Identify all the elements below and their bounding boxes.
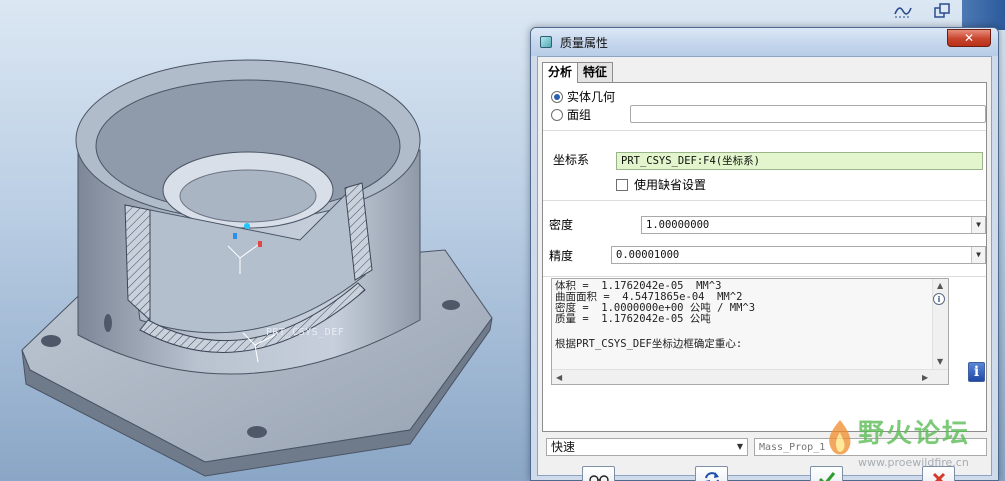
mode-value: 快速 (551, 440, 576, 454)
watermark-url: www.proewildfire.cn (858, 456, 969, 469)
watermark-text: 野火论坛 (858, 419, 971, 449)
scroll-up-icon[interactable]: ▲ (937, 281, 943, 290)
density-value: 1.00000000 (646, 219, 710, 231)
checkmark-icon (818, 472, 835, 481)
use-default-label: 使用缺省设置 (634, 178, 707, 192)
datum-display-icon[interactable] (893, 2, 917, 24)
chevron-down-icon[interactable]: ▼ (971, 247, 985, 263)
refresh-icon (704, 472, 719, 481)
separator (543, 200, 986, 201)
quilt-label: 面组 (567, 108, 592, 122)
separator (543, 130, 986, 131)
quilt-option[interactable]: 面组 (551, 106, 591, 123)
scroll-right-icon[interactable]: ▶ (922, 373, 928, 382)
window-restore-icon[interactable] (932, 2, 956, 24)
dialog-title: 质量属性 (560, 36, 609, 50)
csys-label: 坐标系 (553, 153, 590, 167)
separator (543, 276, 986, 277)
info-button[interactable]: i (968, 362, 985, 382)
preview-button[interactable] (582, 466, 615, 481)
analysis-panel: 实体几何 面组 坐标系 PRT_CSYS_DEF:F4(坐标系) 使用缺省设置 … (542, 82, 987, 432)
solid-geometry-label: 实体几何 (567, 90, 616, 104)
accuracy-value: 0.00001000 (616, 249, 680, 261)
dialog-titlebar[interactable]: 质量属性 ✕ (531, 28, 998, 56)
cancel-x-icon (932, 472, 945, 481)
density-label: 密度 (549, 218, 574, 232)
csys-collector[interactable]: PRT_CSYS_DEF:F4(坐标系) (616, 152, 983, 170)
use-default-option[interactable]: 使用缺省设置 (616, 176, 706, 193)
accuracy-input[interactable]: 0.00001000 ▼ (611, 246, 986, 264)
chevron-down-icon[interactable]: ▼ (733, 439, 747, 455)
use-default-checkbox[interactable] (616, 178, 628, 191)
result-mass: 质量 = 1.1762042e-05 公吨 (555, 313, 711, 325)
close-button[interactable]: ✕ (947, 29, 991, 47)
mode-select[interactable]: 快速 ▼ (546, 438, 748, 456)
csys-label: PRT_CSYS_DEF (266, 327, 345, 338)
density-input[interactable]: 1.00000000 ▼ (641, 216, 986, 234)
tab-analysis[interactable]: 分析 (542, 62, 579, 83)
result-center-of-gravity: 根据PRT_CSYS_DEF坐标边框确定重心: (555, 338, 743, 350)
solid-geometry-option[interactable]: 实体几何 (551, 88, 615, 105)
part-model[interactable] (0, 0, 530, 481)
scroll-left-icon[interactable]: ◀ (556, 373, 562, 382)
close-icon: ✕ (963, 31, 975, 45)
repeat-button[interactable] (695, 466, 728, 481)
tab-bar: 分析 特征 (542, 62, 614, 83)
dialog-app-icon (540, 36, 552, 48)
solid-geometry-radio[interactable] (551, 90, 563, 103)
glasses-icon (588, 475, 609, 481)
ok-button[interactable] (810, 466, 843, 481)
window-edge (962, 0, 1005, 30)
results-textarea[interactable]: 体积 = 1.1762042e-05 MM^3 曲面面积 = 4.5471865… (551, 278, 949, 385)
accuracy-label: 精度 (549, 249, 574, 263)
quilt-collector[interactable] (630, 105, 986, 123)
quilt-radio[interactable] (551, 108, 563, 121)
tab-feature[interactable]: 特征 (577, 62, 614, 82)
info-circle-icon[interactable]: i (933, 293, 945, 305)
results-horizontal-scrollbar[interactable]: ◀ ▶ (552, 369, 948, 384)
chevron-down-icon[interactable]: ▼ (971, 217, 985, 233)
watermark-logo (829, 420, 851, 455)
info-icon: i (973, 364, 980, 380)
scroll-down-icon[interactable]: ▼ (937, 357, 943, 366)
